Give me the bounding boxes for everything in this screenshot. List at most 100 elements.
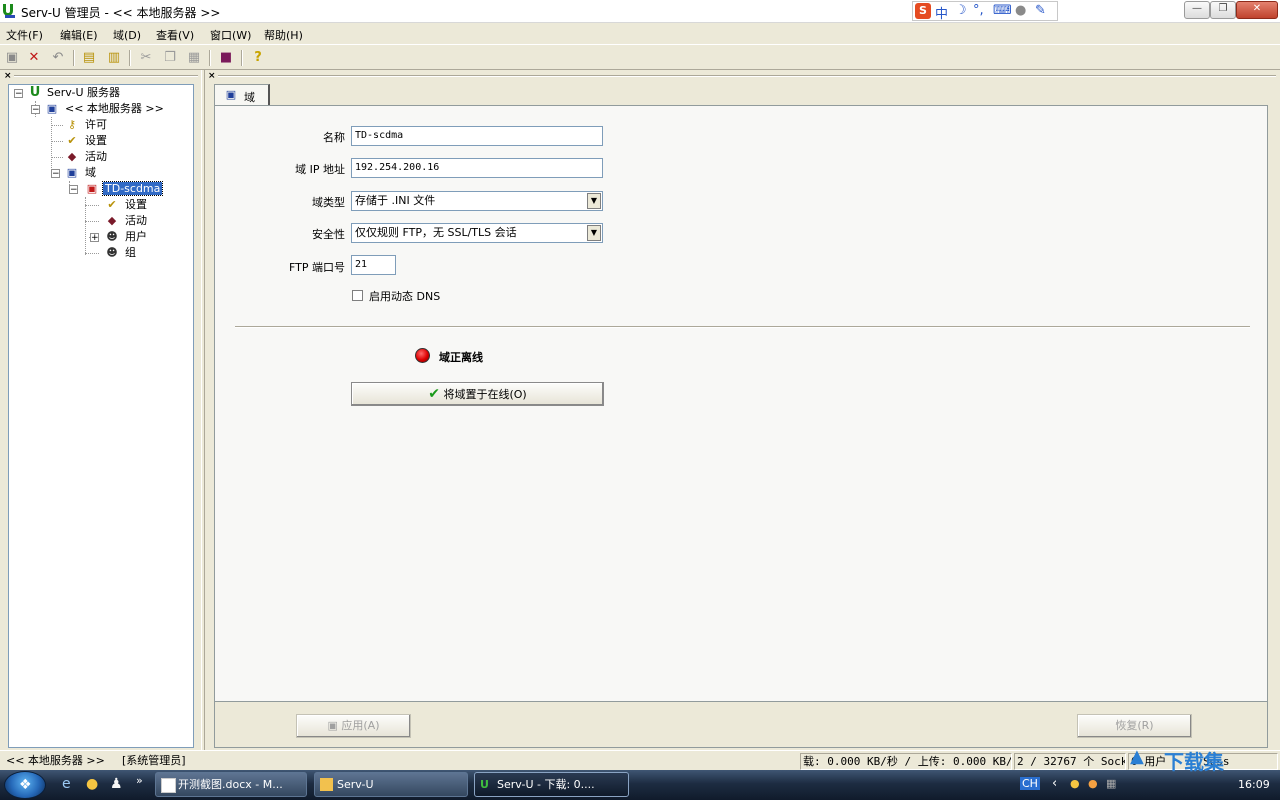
qq-icon[interactable]: ● (86, 776, 98, 792)
apply-button[interactable]: ▣ 应用(A) (296, 714, 411, 738)
ftp-port-field[interactable]: 21 (351, 255, 396, 275)
language-indicator[interactable]: CH (1020, 777, 1040, 790)
menu-view[interactable]: 查看(V) (156, 27, 194, 43)
qq-tray-icon[interactable]: ● (1070, 777, 1080, 790)
menu-bar: 文件(F) 编辑(E) 域(D) 查看(V) 窗口(W) 帮助(H) (0, 24, 1280, 44)
groups-icon: ☻ (106, 246, 118, 259)
save-icon[interactable]: ▣ (3, 49, 21, 67)
tree-item-settings[interactable]: 设置 (83, 133, 109, 149)
settings-icon: ✔ (107, 198, 117, 211)
chevron-left-icon[interactable]: ‹ (1052, 776, 1057, 791)
keyboard-icon[interactable]: ⌨ (993, 3, 1012, 18)
computer-icon: ▣ (46, 102, 58, 115)
moon-icon[interactable]: ☽ (955, 3, 967, 18)
book-icon[interactable]: ■ (217, 49, 235, 67)
name-label: 名称 (323, 131, 345, 144)
tree-item-domain-tdscdma[interactable]: TD-scdma (101, 181, 164, 197)
servu-app-icon: U (480, 778, 489, 791)
security-select[interactable]: 仅仅规则 FTP，无 SSL/TLS 会话 ▼ (351, 223, 603, 243)
close-button[interactable]: ✕ (1236, 1, 1278, 19)
status-role: [系统管理员] (122, 754, 186, 767)
copy-icon[interactable]: ❐ (161, 49, 179, 67)
user-icon[interactable]: ● (1015, 3, 1026, 18)
restore-changes-button[interactable]: 恢复(R) (1077, 714, 1192, 738)
restore-button[interactable]: ❐ (1210, 1, 1236, 19)
tree-collapse-root[interactable]: − (14, 89, 23, 99)
tree-item-users[interactable]: 用户 (123, 229, 149, 245)
domain-icon: ▣ (66, 166, 78, 179)
penguin-icon[interactable]: ♟ (110, 776, 123, 792)
name-field[interactable]: TD-scdma (351, 126, 603, 146)
button-bar: ▣ 应用(A) 恢复(R) (214, 702, 1268, 748)
dynamic-dns-label[interactable]: 启用动态 DNS (369, 288, 440, 304)
minimize-button[interactable]: — (1184, 1, 1210, 19)
wrench-icon[interactable]: ✎ (1035, 3, 1046, 18)
status-sockets: 2 / 32767 个 Socket (1014, 753, 1126, 770)
tree-collapse-domain[interactable]: − (69, 185, 78, 195)
network-icon[interactable]: ▦ (1106, 777, 1116, 790)
ie-icon[interactable]: e (62, 776, 71, 792)
cut-icon[interactable]: ✂ (137, 49, 155, 67)
document-icon (161, 778, 176, 793)
ime-mode[interactable]: 中 (935, 3, 948, 22)
security-label: 安全性 (312, 228, 345, 241)
undo-icon[interactable]: ↶ (49, 49, 67, 67)
folder-refresh-icon[interactable]: ▥ (105, 49, 123, 67)
status-server: << 本地服务器 >> (6, 754, 105, 767)
tray-app-icon[interactable]: ● (1088, 777, 1098, 790)
ime-logo-icon[interactable]: S (915, 3, 931, 19)
menu-edit[interactable]: 编辑(E) (60, 27, 98, 43)
menu-domain[interactable]: 域(D) (113, 27, 141, 43)
tab-strip: ▣ 域 (214, 84, 1268, 107)
domain-type-label: 域类型 (312, 196, 345, 209)
task-servu-folder[interactable]: Serv-U (314, 772, 468, 797)
taskbar: e ● ♟ » 开测截图.docx - M... Serv-U U Serv-U… (0, 770, 1280, 800)
server-tree: − U Serv-U 服务器 − ▣ << 本地服务器 >> ⚷ 许可 ✔ 设置… (8, 84, 194, 748)
chevron-down-icon[interactable]: ▼ (587, 193, 601, 209)
ip-address-field[interactable]: 192.254.200.16 (351, 158, 603, 178)
menu-help[interactable]: 帮助(H) (264, 27, 303, 43)
task-servu-admin[interactable]: U Serv-U - 下载: 0.... (474, 772, 629, 797)
menu-window[interactable]: 窗口(W) (210, 27, 251, 43)
tree-pane-close-icon[interactable]: × (4, 71, 12, 81)
content-pane-close-icon[interactable]: × (208, 71, 216, 81)
dynamic-dns-checkbox[interactable] (352, 290, 363, 301)
tab-domain[interactable]: ▣ 域 (214, 84, 270, 107)
menu-file[interactable]: 文件(F) (6, 27, 43, 43)
quicklaunch-more-icon[interactable]: » (136, 774, 143, 787)
tree-expand-users[interactable]: + (90, 233, 99, 243)
tree-item-domain-settings[interactable]: 设置 (123, 197, 149, 213)
tree-item-activity[interactable]: 活动 (83, 149, 109, 165)
tree-item-domains[interactable]: 域 (83, 165, 98, 181)
status-bar: << 本地服务器 >> [系统管理员] 载: 0.000 KB/秒 / 上传: … (0, 750, 1280, 770)
toolbar: ▣ ✕ ↶ ▤ ▥ ✂ ❐ ▦ ■ ? (0, 44, 1280, 70)
delete-icon[interactable]: ✕ (25, 49, 43, 67)
tree-collapse-domains[interactable]: − (51, 169, 60, 179)
pane-splitter[interactable] (201, 70, 205, 750)
status-led-icon (415, 348, 430, 363)
tree-item-domain-activity[interactable]: 活动 (123, 213, 149, 229)
ime-toolbar[interactable]: S 中 ☽ °, ⌨ ● ✎ (912, 1, 1058, 22)
users-icon: ☻ (106, 230, 118, 243)
window-title: Serv-U 管理员 - << 本地服务器 >> (21, 6, 221, 20)
checkmark-icon: ✔ (428, 386, 440, 402)
set-online-button[interactable]: ✔ 将域置于在线(O) (351, 382, 604, 406)
key-icon: ⚷ (67, 118, 77, 131)
tree-item-groups[interactable]: 组 (123, 245, 138, 261)
folder-icon (320, 778, 333, 791)
punctuation-icon[interactable]: °, (973, 3, 984, 18)
paste-icon[interactable]: ▦ (185, 49, 203, 67)
title-bar: Serv-U 管理员 - << 本地服务器 >> — ❐ ✕ (0, 0, 1280, 23)
folder-up-icon[interactable]: ▤ (80, 49, 98, 67)
tree-collapse-server[interactable]: − (31, 105, 40, 115)
help-icon[interactable]: ? (249, 49, 267, 67)
tree-root[interactable]: Serv-U 服务器 (45, 85, 122, 101)
tree-item-license[interactable]: 许可 (83, 117, 109, 133)
tree-item-local-server[interactable]: << 本地服务器 >> (63, 101, 166, 117)
domain-type-select[interactable]: 存储于 .INI 文件 ▼ (351, 191, 603, 211)
start-button[interactable]: ❖ (4, 771, 46, 799)
clock[interactable]: 16:09 (1238, 778, 1270, 791)
chevron-down-icon[interactable]: ▼ (587, 225, 601, 241)
save-icon: ▣ (327, 719, 338, 732)
task-word-doc[interactable]: 开测截图.docx - M... (155, 772, 307, 797)
